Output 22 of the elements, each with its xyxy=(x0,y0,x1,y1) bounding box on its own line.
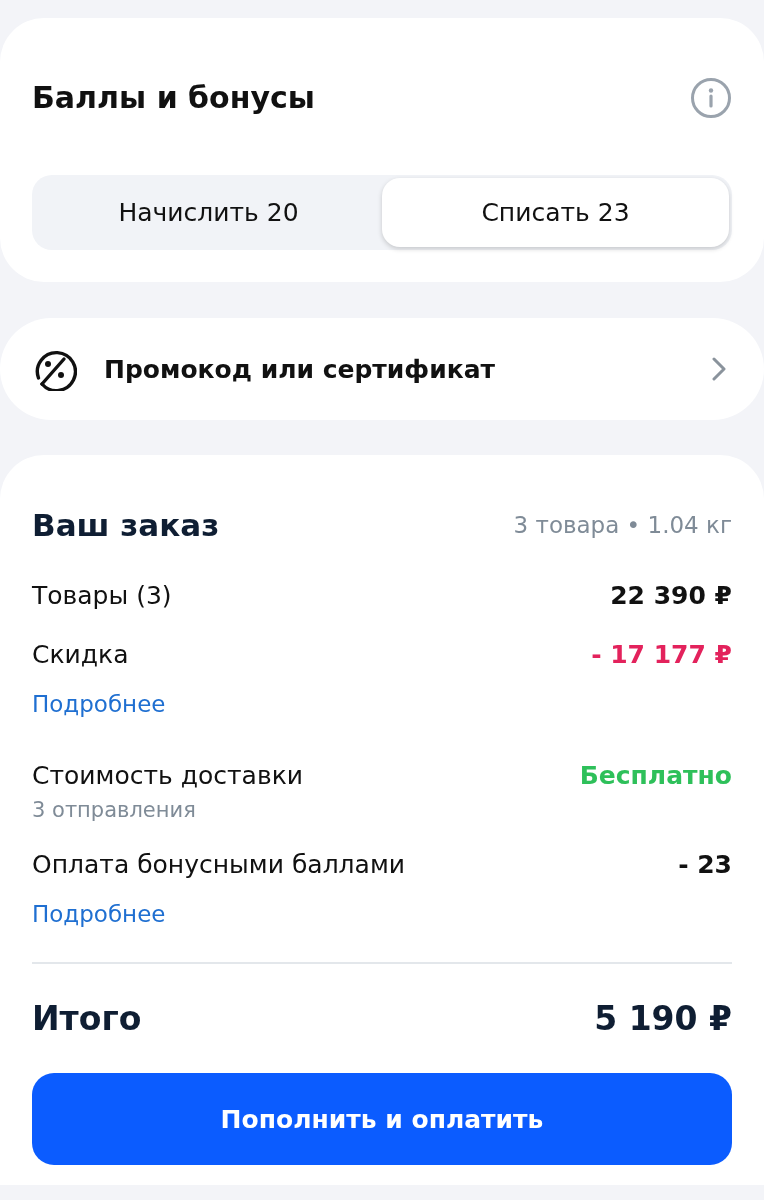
line-item-label: Стоимость доставки xyxy=(32,760,303,792)
section-title: Ваш заказ xyxy=(32,506,220,545)
line-item-label: Товары (3) xyxy=(32,580,172,612)
line-item-note: 3 отправления xyxy=(32,797,196,824)
section-title: Баллы и бонусы xyxy=(32,79,315,117)
total-label: Итого xyxy=(32,999,142,1039)
total-value: 5 190 ₽ xyxy=(594,999,732,1039)
tab[interactable]: Начислить 20 xyxy=(35,178,382,247)
info-icon xyxy=(690,77,732,119)
details-link[interactable]: Подробнее xyxy=(32,899,166,929)
order-summary: 3 товара • 1.04 кг xyxy=(513,511,732,540)
line-item-label: Скидка xyxy=(32,639,129,671)
line-item-value: - 23 xyxy=(678,849,732,881)
line-item-value: 22 390 ₽ xyxy=(610,580,732,612)
line-item-label: Оплата бонусными баллами xyxy=(32,849,405,881)
details-link[interactable]: Подробнее xyxy=(32,689,166,719)
line-item-value: Бесплатно xyxy=(579,760,732,792)
chevron-right-icon xyxy=(712,357,726,381)
promo-code-button[interactable]: Промокод или сертификат xyxy=(0,318,764,420)
line-item-value: - 17 177 ₽ xyxy=(591,639,732,671)
pay-button[interactable]: Пополнить и оплатить xyxy=(32,1073,732,1165)
tab[interactable]: Списать 23 xyxy=(382,178,729,247)
